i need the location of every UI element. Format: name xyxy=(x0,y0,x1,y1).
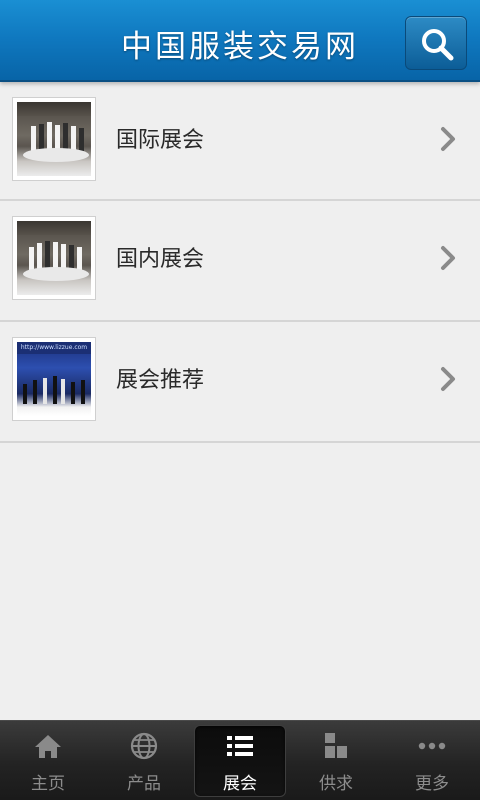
thumbnail-image: http://www.lizzue.com xyxy=(12,337,96,421)
tab-label: 主页 xyxy=(31,774,65,794)
tab-label: 更多 xyxy=(415,774,449,794)
app-screen: 中国服装交易网 国际展会 国内展会 http://www.lizzue.com … xyxy=(0,0,480,800)
chevron-right-icon xyxy=(441,246,455,270)
tab-label: 供求 xyxy=(319,774,353,794)
list-item-recommended[interactable]: http://www.lizzue.com 展会推荐 xyxy=(0,322,480,443)
thumbnail-caption: http://www.lizzue.com xyxy=(17,342,91,354)
list-icon xyxy=(227,736,253,756)
search-icon xyxy=(422,29,454,61)
chevron-right-icon xyxy=(441,127,455,151)
exhibition-hall-photo xyxy=(17,221,91,295)
blocks-icon xyxy=(325,733,347,758)
app-header: 中国服装交易网 xyxy=(0,0,480,82)
globe-icon xyxy=(130,732,158,760)
exhibition-hall-photo xyxy=(17,102,91,176)
thumbnail-image xyxy=(12,97,96,181)
tab-home[interactable]: 主页 xyxy=(0,721,96,800)
list-item-international[interactable]: 国际展会 xyxy=(0,82,480,201)
home-icon xyxy=(35,735,61,758)
more-icon xyxy=(418,742,446,750)
fashion-runway-photo: http://www.lizzue.com xyxy=(17,342,91,416)
tab-label: 产品 xyxy=(127,774,161,794)
chevron-right-icon xyxy=(441,367,455,391)
exhibition-list: 国际展会 国内展会 http://www.lizzue.com 展会推荐 xyxy=(0,82,480,443)
item-label: 展会推荐 xyxy=(116,368,205,393)
search-button[interactable] xyxy=(405,16,467,70)
thumbnail-image xyxy=(12,216,96,300)
item-label: 国内展会 xyxy=(116,247,205,272)
tab-products[interactable]: 产品 xyxy=(96,721,192,800)
tab-more[interactable]: 更多 xyxy=(384,721,480,800)
tab-label: 展会 xyxy=(223,774,257,794)
bottom-tab-bar: 主页 产品 展会 供求 更多 xyxy=(0,720,480,800)
item-label: 国际展会 xyxy=(116,128,205,153)
tab-supply-demand[interactable]: 供求 xyxy=(288,721,384,800)
list-item-domestic[interactable]: 国内展会 xyxy=(0,201,480,322)
tab-exhibitions[interactable]: 展会 xyxy=(192,721,288,800)
